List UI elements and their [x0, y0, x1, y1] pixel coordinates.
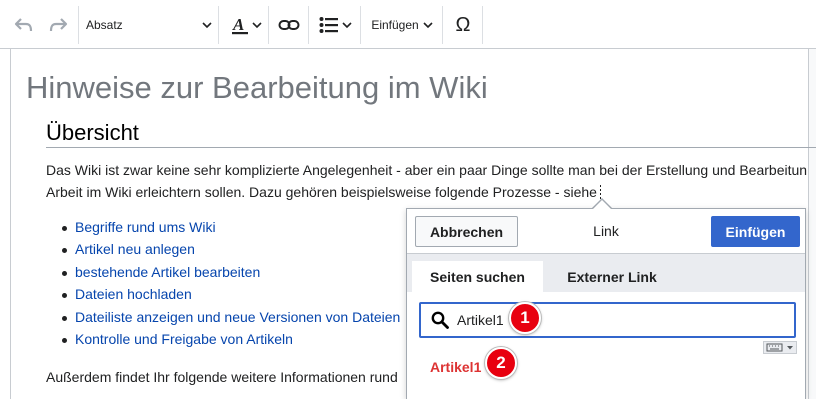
list-item-link[interactable]: Kontrolle und Freigabe von Artikeln: [60, 331, 400, 353]
svg-text:A: A: [232, 15, 244, 34]
search-icon: [431, 311, 449, 329]
content-right-border: [808, 49, 816, 399]
text-style-icon: A: [231, 15, 248, 35]
list-item-link[interactable]: Dateiliste anzeigen und neue Versionen v…: [60, 309, 400, 331]
insert-menu-label: Einfügen: [371, 18, 419, 32]
editor-toolbar: Absatz A Einfügen Ω: [0, 0, 816, 49]
insert-link-button[interactable]: Einfügen: [711, 216, 800, 247]
search-result-item[interactable]: Artikel1: [430, 359, 481, 375]
chevron-down-icon: [202, 22, 212, 29]
intro-paragraph-line[interactable]: Das Wiki ist zwar keine sehr kompliziert…: [46, 162, 807, 178]
toolbar-divider: [78, 6, 79, 44]
toolbar-divider: [268, 6, 269, 44]
text-style-dropdown[interactable]: A: [228, 10, 264, 40]
redo-button[interactable]: [46, 10, 70, 40]
insert-dropdown[interactable]: Einfügen: [368, 10, 436, 40]
toolbar-divider: [218, 6, 219, 44]
list-item-link[interactable]: Begriffe rund ums Wiki: [60, 219, 400, 241]
keyboard-icon[interactable]: [763, 341, 797, 354]
search-input[interactable]: [457, 304, 757, 336]
undo-icon: [14, 18, 33, 32]
link-dialog: Abbrechen Link Einfügen Seiten suchen Ex…: [406, 208, 806, 399]
cancel-button[interactable]: Abbrechen: [415, 216, 518, 247]
list-item-link[interactable]: Dateien hochladen: [60, 286, 400, 308]
paragraph-format-dropdown[interactable]: Absatz: [86, 10, 214, 40]
link-icon: [278, 20, 300, 30]
tab-external-link[interactable]: Externer Link: [548, 261, 676, 293]
undo-button[interactable]: [12, 10, 36, 40]
step-badge-1: 1: [509, 302, 541, 334]
intro-text: Arbeit im Wiki erleichtern sollen. Dazu …: [46, 184, 597, 200]
list-item-link[interactable]: bestehende Artikel bearbeiten: [60, 264, 400, 286]
page-title: Hinweise zur Bearbeitung im Wiki: [26, 70, 488, 105]
toolbar-divider: [482, 6, 483, 44]
link-button[interactable]: [276, 10, 302, 40]
link-type-tabs: Seiten suchen Externer Link: [407, 253, 805, 293]
redo-icon: [49, 18, 68, 32]
toolbar-divider: [442, 6, 443, 44]
paragraph-format-label: Absatz: [86, 18, 123, 32]
chevron-down-icon: [341, 22, 352, 29]
list-item-link[interactable]: Artikel neu anlegen: [60, 241, 400, 263]
intro-paragraph-line[interactable]: Arbeit im Wiki erleichtern sollen. Dazu …: [46, 184, 601, 200]
step-badge-2: 2: [485, 347, 517, 379]
section-divider: [46, 147, 816, 148]
toolbar-divider: [308, 6, 309, 44]
text-cursor: [599, 185, 601, 199]
bullet-list-icon: [319, 17, 338, 33]
section-heading: Übersicht: [46, 120, 139, 145]
dialog-pointer-fill: [592, 200, 612, 210]
page-search-field[interactable]: [419, 302, 796, 338]
list-dropdown[interactable]: [316, 10, 354, 40]
special-character-button[interactable]: Ω: [450, 10, 476, 40]
link-list: Begriffe rund ums Wiki Artikel neu anleg…: [60, 219, 400, 353]
chevron-down-icon: [251, 22, 262, 29]
chevron-down-icon: [423, 22, 433, 29]
tab-search-pages[interactable]: Seiten suchen: [412, 261, 543, 293]
outro-paragraph-line[interactable]: Außerdem findet Ihr folgende weitere Inf…: [46, 369, 398, 385]
toolbar-divider: [360, 6, 361, 44]
content-left-border: [10, 49, 11, 399]
